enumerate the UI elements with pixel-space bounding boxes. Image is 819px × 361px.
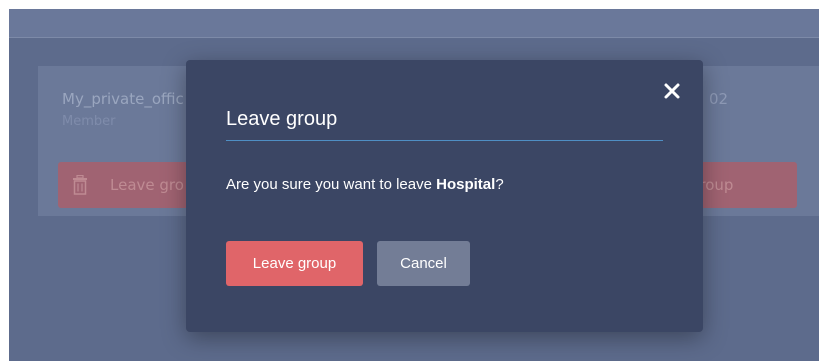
group-name: Hospital — [436, 176, 496, 193]
leave-group-button[interactable]: Leave group — [226, 241, 363, 286]
confirm-message: Are you sure you want to leave Hospital? — [226, 176, 504, 193]
close-icon[interactable] — [660, 80, 684, 104]
confirm-message-prefix: Are you sure you want to leave — [226, 176, 437, 193]
group-card-name: My_private_offic — [62, 90, 184, 108]
title-divider — [226, 140, 663, 141]
dialog-title: Leave group — [226, 108, 338, 130]
cancel-button[interactable]: Cancel — [377, 241, 470, 286]
leave-group-dialog: Leave group Are you sure you want to lea… — [186, 60, 703, 332]
trash-icon — [73, 175, 87, 195]
group-card-leave-label: Leave gro — [110, 176, 184, 194]
top-bar — [9, 9, 819, 38]
confirm-message-suffix: ? — [495, 176, 504, 193]
group-card-name: 02 — [709, 90, 729, 108]
group-card-role: Member — [62, 114, 116, 129]
group-card-leave-button[interactable]: Leave gro — [58, 162, 188, 208]
